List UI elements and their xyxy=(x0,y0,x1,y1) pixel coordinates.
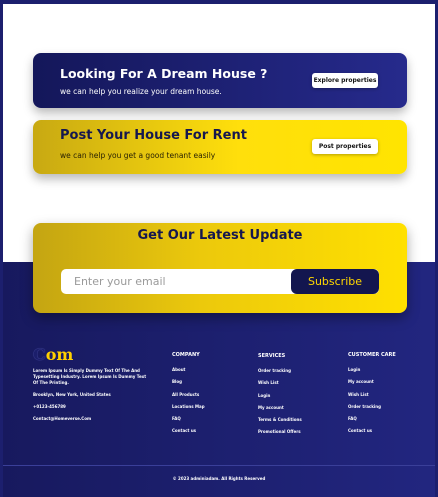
footer-description: Lorem Ipsum Is Simply Dummy Text Of The … xyxy=(33,368,147,385)
footer-link-wish-list[interactable]: Wish List xyxy=(258,380,302,392)
logo-letter-c: C xyxy=(33,345,46,364)
footer-link-my-account[interactable]: My account xyxy=(348,379,396,391)
footer-link-terms[interactable]: Terms & Conditions xyxy=(258,417,302,429)
footer-link-order-tracking[interactable]: Order tracking xyxy=(348,404,396,416)
column-title-customer-care: CUSTOMER CARE xyxy=(348,352,396,358)
footer-column-services: SERVICES Order tracking Wish List Login … xyxy=(258,353,302,442)
email-subscribe-form: Subscribe xyxy=(61,269,379,294)
dream-house-title: Looking For A Dream House ? xyxy=(60,66,268,81)
column-title-services: SERVICES xyxy=(258,353,286,359)
dream-house-banner: Looking For A Dream House ? we can help … xyxy=(33,53,407,108)
footer-phone[interactable]: +0123-456789 xyxy=(33,404,148,410)
footer-link-promotional-offers[interactable]: Promotional Offers xyxy=(258,429,302,441)
footer-link-my-account[interactable]: My account xyxy=(258,405,302,417)
footer-link-wish-list[interactable]: Wish List xyxy=(348,392,396,404)
footer-link-locations-map[interactable]: Locations Map xyxy=(172,404,205,416)
page-top-border xyxy=(0,0,438,4)
dream-house-subtitle: we can help you realize your dream house… xyxy=(60,87,222,96)
page-left-border xyxy=(0,0,3,497)
footer-address: Brooklyn, New York, United States xyxy=(33,392,111,397)
footer-column-company: COMPANY About Blog All Products Location… xyxy=(172,352,205,441)
logo-letters: om xyxy=(45,345,74,364)
footer-link-order-tracking[interactable]: Order tracking xyxy=(258,368,302,380)
footer-link-login[interactable]: Login xyxy=(258,393,302,405)
explore-properties-button[interactable]: Explore properties xyxy=(312,73,378,88)
post-properties-button[interactable]: Post properties xyxy=(312,139,378,154)
footer-link-about[interactable]: About xyxy=(172,367,205,379)
footer-column-customer-care: CUSTOMER CARE Login My account Wish List… xyxy=(348,352,396,441)
newsletter-card: Get Our Latest Update Subscribe xyxy=(33,223,407,313)
column-title-company: COMPANY xyxy=(172,352,200,358)
footer-link-blog[interactable]: Blog xyxy=(172,379,205,391)
footer-link-all-products[interactable]: All Products xyxy=(172,392,205,404)
footer-divider xyxy=(0,465,438,466)
rent-house-subtitle: we can help you get a good tenant easily xyxy=(60,151,216,160)
footer-link-contact-us[interactable]: Contact us xyxy=(348,428,396,440)
footer-brand: Com Lorem Ipsum Is Simply Dummy Text Of … xyxy=(33,346,148,422)
copyright-text: © 2023 adminiadam. All Rights Reserved xyxy=(172,476,266,481)
newsletter-title: Get Our Latest Update xyxy=(137,228,303,243)
email-input[interactable] xyxy=(61,269,291,294)
footer-email[interactable]: Contact@Homeverse.Com xyxy=(33,416,148,422)
footer-logo[interactable]: Com xyxy=(33,346,148,364)
footer-link-faq[interactable]: FAQ xyxy=(172,416,205,428)
rent-house-title: Post Your House For Rent xyxy=(60,128,247,143)
footer-link-faq[interactable]: FAQ xyxy=(348,416,396,428)
rent-house-banner: Post Your House For Rent we can help you… xyxy=(33,120,407,174)
subscribe-button[interactable]: Subscribe xyxy=(291,269,379,294)
footer-link-login[interactable]: Login xyxy=(348,367,396,379)
footer-link-contact-us[interactable]: Contact us xyxy=(172,428,205,440)
